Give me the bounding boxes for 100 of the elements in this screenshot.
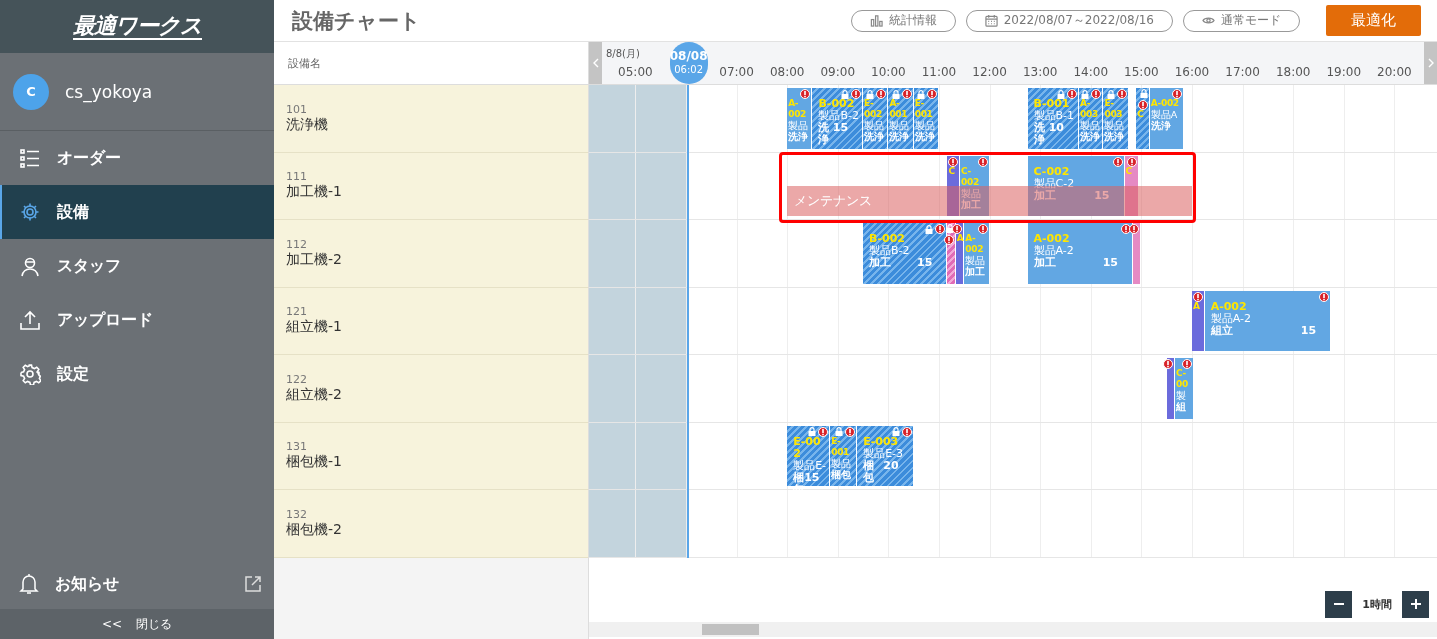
hour-label: 15:00 — [1124, 65, 1159, 79]
process-name: 洗浄 — [1079, 131, 1100, 142]
equipment-cell: 112 加工機-2 — [274, 220, 588, 288]
process-name: 洗浄 — [788, 131, 809, 142]
task-bar[interactable]: C — [947, 155, 961, 216]
app-logo: 最適ワークス — [72, 13, 202, 40]
process-name: 梱包 — [831, 468, 852, 480]
toolbar-button[interactable]: 統計情報 — [850, 9, 956, 32]
task-bar[interactable] — [1166, 358, 1176, 419]
zoom-out-button[interactable] — [1325, 590, 1353, 618]
order-code: B-002 — [869, 233, 906, 245]
task-bar[interactable]: A-002 製品A-2 加工 15 — [1027, 223, 1133, 284]
product-name: 製品B-1 — [1033, 110, 1076, 122]
quantity: 15 — [917, 257, 933, 269]
order-code: E-002 — [793, 435, 822, 460]
process-name: 組 — [1176, 401, 1187, 412]
task-bar[interactable]: E-003 製品 洗浄 — [1103, 88, 1129, 149]
nav-item[interactable]: スタッフ — [0, 239, 274, 293]
task-bar[interactable]: B-002 製品B-2 加工 15 — [863, 223, 948, 284]
date-label: 8/8(月) — [606, 47, 640, 61]
hour-label: 17:00 — [1225, 65, 1260, 79]
hour-label: 14:00 — [1073, 65, 1109, 79]
order-code: C-002 — [1033, 165, 1071, 178]
order-code: B-001 — [1033, 98, 1071, 110]
order-code: A-002 — [965, 233, 985, 255]
task-bar[interactable]: A-002 製品A-2 組立 15 — [1204, 290, 1332, 351]
person-icon — [19, 255, 41, 277]
nav-item[interactable]: 設備 — [0, 185, 274, 239]
plus-icon — [1409, 598, 1422, 610]
nav-item[interactable]: アップロード — [0, 293, 274, 347]
optimize-button[interactable]: 最適化 — [1326, 5, 1421, 36]
task-bar[interactable]: C-002 製品C-2 加工 15 — [1027, 155, 1125, 216]
task-bar[interactable]: E-002 製品 洗浄 — [863, 88, 889, 149]
order-code: A-002 — [1210, 300, 1248, 313]
quantity: 15 — [1102, 257, 1118, 269]
task-bar[interactable]: E-001 製品 梱包 — [830, 425, 858, 486]
task-bar[interactable]: B-001 製品B-1 洗浄 10 — [1027, 88, 1079, 149]
equipment-cell: 101 洗浄機 — [274, 85, 588, 153]
task-bar[interactable]: B-002 製品B-2 洗浄 15 — [812, 88, 864, 149]
eye-icon — [1202, 14, 1215, 27]
product-name: 製品 — [831, 457, 853, 469]
equipment-cell: 111 加工機-1 — [274, 152, 588, 220]
order-code: B-002 — [818, 98, 856, 110]
collapse-button[interactable]: << 閉じる — [0, 609, 274, 639]
task-bar[interactable]: A — [1191, 290, 1205, 351]
zoom-in-button[interactable] — [1402, 590, 1429, 618]
column-header: 設備名 — [274, 42, 588, 85]
bell-icon — [19, 573, 39, 595]
hour-label: 10:00 — [871, 65, 906, 79]
equipment-cell: 121 組立機-1 — [274, 287, 588, 355]
gear-icon — [19, 201, 41, 223]
product-name: 製品 — [788, 120, 810, 131]
hour-label: 16:00 — [1174, 65, 1210, 79]
order-code: A — [1192, 300, 1201, 312]
hour-label: 05:00 — [618, 65, 653, 79]
external-link-icon[interactable] — [244, 575, 262, 593]
quantity: 15 — [1300, 324, 1317, 337]
nav-item[interactable]: オーダー — [0, 131, 274, 185]
process-name: 洗浄 — [1150, 120, 1171, 131]
task-bar[interactable] — [947, 223, 956, 284]
product-name: 製品 — [889, 120, 911, 131]
process-name: 洗浄 — [864, 131, 885, 142]
task-bar[interactable]: E-001 製品 洗浄 — [913, 88, 939, 149]
zoom-level-label: 1時間 — [1362, 596, 1392, 612]
product-name: 製品A-2 — [1033, 245, 1075, 257]
order-code: C — [948, 165, 956, 177]
toolbar-button[interactable]: 2022/08/07～2022/08/16 — [965, 9, 1173, 32]
notice-link[interactable]: お知らせ — [55, 573, 228, 595]
equipment-cell: 131 梱包機-1 — [274, 422, 588, 490]
order-code: C-00 — [1176, 368, 1190, 390]
order-code: E-001 — [914, 98, 934, 120]
process-name: 加工 — [1033, 189, 1056, 202]
task-bar[interactable]: A-001 製品 洗浄 — [888, 88, 914, 149]
task-bar[interactable]: A-002 製品 加工 — [964, 223, 990, 284]
process-name: 加工 — [1033, 257, 1056, 269]
order-code: C — [1125, 165, 1133, 177]
order-code: A-002 — [1033, 233, 1071, 245]
product-name: 製品A-2 — [1210, 312, 1252, 325]
task-bar[interactable]: C-00 製 組 — [1175, 358, 1194, 419]
task-bar[interactable]: A-002 製品 洗浄 — [787, 88, 813, 149]
hour-label: 09:00 — [820, 65, 856, 79]
quantity: 15 — [1094, 189, 1110, 202]
task-bar[interactable] — [1132, 223, 1142, 284]
product-name: 製品B-2 — [869, 245, 911, 257]
product-name: 製品 — [1104, 120, 1126, 131]
task-bar[interactable]: A-003 製品 洗浄 — [1078, 88, 1104, 149]
task-bar[interactable]: E-003 製品E-3 梱包 20 — [857, 425, 914, 486]
order-code: A-001 — [889, 98, 909, 120]
task-bar[interactable]: A-002 製品A 洗浄 — [1149, 88, 1184, 149]
hour-label: 18:00 — [1275, 65, 1311, 79]
process-name: 梱包 — [863, 459, 875, 484]
equipment-cell: 122 組立機-2 — [274, 355, 588, 423]
product-name: 製 — [1176, 390, 1188, 401]
process-name: 洗浄 — [1033, 122, 1045, 146]
quantity: 15 — [832, 122, 849, 136]
horizontal-scrollbar[interactable] — [589, 621, 1437, 637]
process-name: 加工 — [965, 266, 986, 277]
equipment-cell: 132 梱包機-2 — [274, 490, 588, 558]
toolbar-button[interactable]: 通常モード — [1183, 9, 1300, 32]
nav-item[interactable]: 設定 — [0, 347, 274, 401]
